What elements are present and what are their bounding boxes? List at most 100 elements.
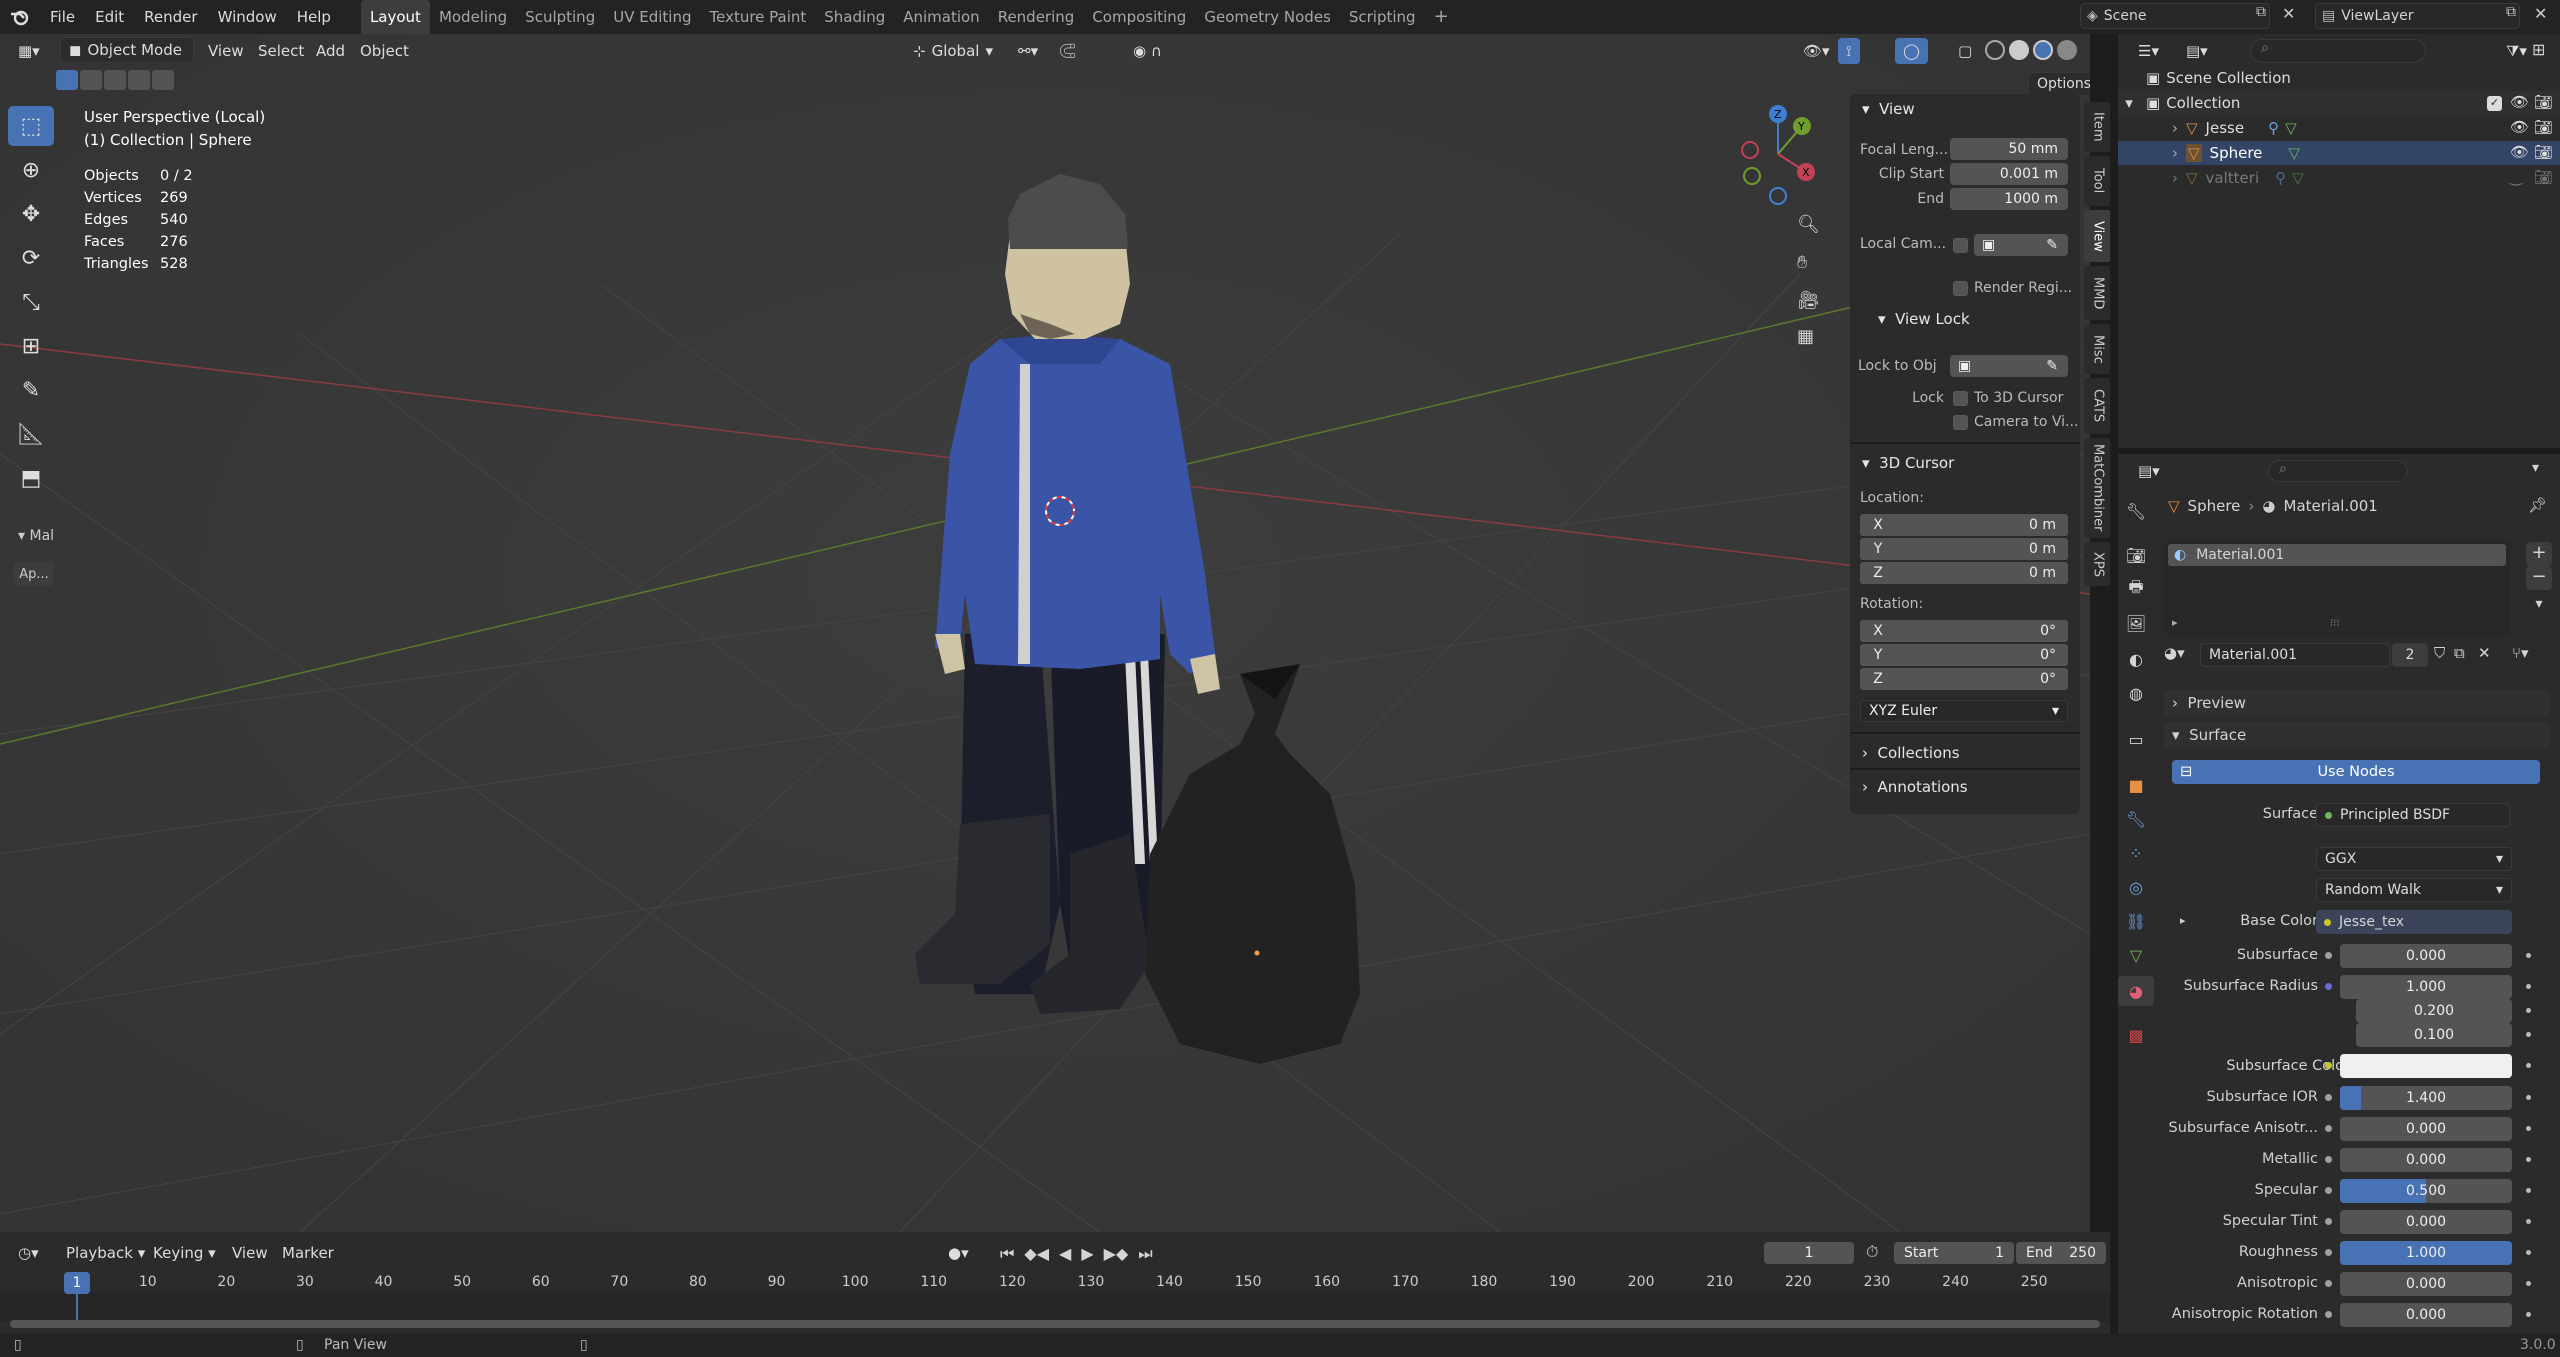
timeline-scrollbar[interactable] xyxy=(10,1320,2100,1328)
cursor-rotation-x[interactable]: X 0° xyxy=(1860,620,2068,642)
local-camera-checkbox[interactable] xyxy=(1953,238,1974,257)
snap-button[interactable]: 🧲︎ xyxy=(1050,38,1085,64)
node-link-icon[interactable]: ⑂▾ xyxy=(2512,644,2529,662)
options-button[interactable]: Options xyxy=(2028,72,2090,96)
filter-icon[interactable]: ⧩▾ xyxy=(2498,38,2535,64)
view-lock-header[interactable]: ▾ View Lock xyxy=(1866,304,1970,334)
material-browse-button[interactable]: ◕▾ xyxy=(2164,644,2185,662)
scene-properties-tab-icon[interactable]: ◐ xyxy=(2118,644,2154,674)
keyframe-dot[interactable] xyxy=(2526,1250,2531,1255)
viewport-menu-view[interactable]: View xyxy=(200,38,252,64)
property-value-field[interactable]: 0.000 xyxy=(2340,1117,2512,1141)
timeline-menu-playback[interactable]: Playback ▾ xyxy=(58,1240,153,1266)
camera-render-icon[interactable]: 📷︎ xyxy=(2534,93,2553,111)
output-properties-tab-icon[interactable]: 🖶︎ xyxy=(2118,574,2154,604)
collection-checkbox[interactable]: ✓ xyxy=(2487,96,2502,111)
tab-cats[interactable]: CATS xyxy=(2084,378,2112,434)
auto-keying-button[interactable]: ●▾ xyxy=(940,1240,977,1266)
next-keyframe-icon[interactable]: ▶◆ xyxy=(1104,1244,1129,1264)
property-value-field[interactable]: 0.000 xyxy=(2340,1148,2512,1172)
lock-to-object-field[interactable]: ▣ ✎ xyxy=(1950,355,2068,377)
keyframe-dot[interactable] xyxy=(2526,1095,2531,1100)
editor-type-button[interactable]: ▦▾ xyxy=(10,38,48,64)
material-shading-icon[interactable] xyxy=(2033,40,2053,60)
hidden-eye-icon[interactable]: ‿ xyxy=(2510,168,2522,186)
select-mode-buttons[interactable] xyxy=(56,70,174,90)
3d-viewport[interactable]: ▦▾ ◼ Object Mode View Select Add Object … xyxy=(0,34,2090,1232)
eye-icon[interactable]: 👁︎ xyxy=(2510,118,2529,136)
material-name-field[interactable]: Material.001 xyxy=(2200,643,2390,667)
left-panel-label[interactable]: ▾ Mal xyxy=(18,528,54,544)
property-value-field[interactable]: 0.000 xyxy=(2340,1210,2512,1234)
rendered-shading-icon[interactable] xyxy=(2057,40,2077,60)
outliner-editor-type-button[interactable]: ☰▾ xyxy=(2130,38,2167,64)
tab-animation[interactable]: Animation xyxy=(894,0,988,34)
eye-icon[interactable]: 👁︎ xyxy=(2510,93,2529,111)
timeline-menu-marker[interactable]: Marker xyxy=(274,1240,342,1266)
tab-modeling[interactable]: Modeling xyxy=(430,0,516,34)
cursor-location-y[interactable]: Y0 m xyxy=(1860,538,2068,560)
pan-hand-icon[interactable]: ✋︎ xyxy=(1797,252,1807,273)
property-value-field[interactable]: 0.000 xyxy=(2340,944,2512,968)
left-panel-button[interactable]: Ap... xyxy=(14,562,54,586)
frame-ruler[interactable]: 1102030405060708090100110120130140150160… xyxy=(0,1268,2110,1328)
local-camera-field[interactable]: ▣ ✎ xyxy=(1974,234,2068,256)
object-properties-tab-icon[interactable]: ■ xyxy=(2118,770,2154,800)
resize-handle-icon[interactable]: ⁝⁝⁝ xyxy=(2330,618,2340,629)
remove-slot-button[interactable]: − xyxy=(2526,566,2552,590)
visibility-button[interactable]: 👁︎▾ xyxy=(1795,38,1838,64)
start-frame-field[interactable]: Start 1 xyxy=(1894,1242,2014,1264)
3d-cursor-header[interactable]: ▾ 3D Cursor xyxy=(1850,448,1954,478)
timeline-menu-view[interactable]: View xyxy=(224,1240,276,1266)
keyframe-dot[interactable] xyxy=(2526,1008,2531,1013)
prev-keyframe-icon[interactable]: ◆◀ xyxy=(1024,1244,1049,1264)
add-slot-button[interactable]: + xyxy=(2526,542,2552,566)
cursor-tool-icon[interactable]: ⊕ xyxy=(8,150,54,190)
view-panel-header[interactable]: ▾ View xyxy=(1850,94,2080,124)
timeline-menu-keying[interactable]: Keying ▾ xyxy=(145,1240,224,1266)
move-tool-icon[interactable]: ✥ xyxy=(8,194,54,234)
camera-render-icon[interactable]: 📷︎ xyxy=(2534,118,2553,136)
add-cube-tool-icon[interactable]: ⬒ xyxy=(8,458,54,498)
viewport-menu-select[interactable]: Select xyxy=(250,38,312,64)
proportional-edit-button[interactable]: ◉ ∩ xyxy=(1125,38,1170,64)
outliner-search-input[interactable]: ⌕ xyxy=(2250,39,2426,63)
scale-tool-icon[interactable]: ⤡ xyxy=(8,282,54,322)
outliner-row-collection[interactable]: ▾ ▣ Collection ✓ 👁︎ 📷︎ xyxy=(2118,91,2560,115)
outliner-row-scene-collection[interactable]: ▣ Scene Collection xyxy=(2118,66,2560,90)
collection-properties-tab-icon[interactable]: ▭ xyxy=(2118,724,2154,754)
outliner-row-valtteri[interactable]: › ▽ valtteri ⚲ ▽ ‿ 📷︎ xyxy=(2118,166,2560,190)
use-nodes-button[interactable]: ⊟ Use Nodes xyxy=(2172,760,2540,784)
transform-orientation[interactable]: ⊹ Global ▾ xyxy=(905,38,1001,64)
end-frame-field[interactable]: End 250 xyxy=(2016,1242,2106,1264)
tab-scripting[interactable]: Scripting xyxy=(1340,0,1425,34)
view-layer-selector[interactable]: ▤ ViewLayer xyxy=(2315,3,2520,29)
delete-view-layer-button[interactable]: ✕ xyxy=(2534,4,2556,28)
annotations-header[interactable]: › Annotations xyxy=(1850,772,1968,802)
play-reverse-icon[interactable]: ◀ xyxy=(1059,1244,1071,1264)
camera-to-view-checkbox[interactable]: Camera to Vi... xyxy=(1953,414,2078,430)
viewport-menu-object[interactable]: Object xyxy=(352,38,417,64)
tab-misc[interactable]: Misc xyxy=(2084,324,2112,374)
view-layer-properties-tab-icon[interactable]: 🖼︎ xyxy=(2118,608,2154,638)
blender-logo-icon[interactable] xyxy=(0,8,40,26)
menu-help[interactable]: Help xyxy=(287,0,341,34)
viewport-menu-add[interactable]: Add xyxy=(308,38,353,64)
texture-properties-tab-icon[interactable]: ▩ xyxy=(2118,1020,2154,1050)
camera-view-icon[interactable]: 🎥︎ xyxy=(1797,290,1820,311)
render-region-checkbox[interactable]: Render Regi... xyxy=(1953,280,2072,296)
collections-header[interactable]: › Collections xyxy=(1850,738,1960,768)
property-value-field[interactable]: 1.000 xyxy=(2340,975,2512,999)
tab-sculpting[interactable]: Sculpting xyxy=(516,0,604,34)
overlay-toggle-button[interactable]: ◯ xyxy=(1895,38,1928,64)
world-properties-tab-icon[interactable]: ◍ xyxy=(2118,678,2154,708)
property-value-field[interactable]: 0.100 xyxy=(2356,1023,2512,1047)
shading-mode-buttons[interactable] xyxy=(1985,40,2077,60)
camera-render-icon[interactable]: 📷︎ xyxy=(2534,168,2553,186)
transform-tool-icon[interactable]: ⊞ xyxy=(8,326,54,366)
clip-start-field[interactable]: 0.001 m xyxy=(1950,163,2068,185)
play-icon[interactable]: ▶ xyxy=(1081,1244,1093,1264)
keyframe-dot[interactable] xyxy=(2526,1188,2531,1193)
render-properties-tab-icon[interactable]: 📷︎ xyxy=(2118,540,2154,570)
distribution-dropdown[interactable]: GGX ▾ xyxy=(2316,847,2512,871)
